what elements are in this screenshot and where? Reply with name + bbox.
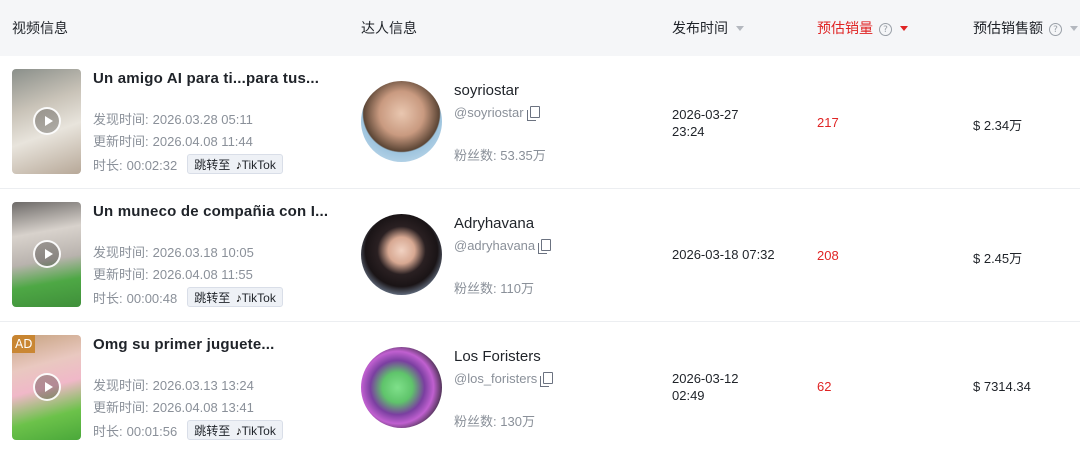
video-title[interactable]: Omg su primer juguete... [93,336,275,353]
video-title[interactable]: Un amigo AI para ti...para tus... [93,70,319,87]
goto-tiktok-button[interactable]: 跳转至 ♪TikTok [187,287,283,307]
creator-name[interactable]: Los Foristers [454,348,541,365]
fans-count: 粉丝数: 53.35万 [454,148,546,163]
est-gmv-value: $ 7314.34 [973,379,1031,394]
est-gmv-value: $ 2.34万 [973,118,1023,133]
discovered-time: 发现时间: 2026.03.28 05:11 [93,112,253,127]
help-icon[interactable]: ? [1049,23,1062,36]
duration: 时长: 00:02:32 跳转至 ♪TikTok [93,154,283,174]
duration: 时长: 00:00:48 跳转至 ♪TikTok [93,287,283,307]
video-thumbnail[interactable] [12,202,81,307]
header-creator-info: 达人信息 [361,21,417,37]
sort-caret-icon[interactable] [1070,26,1078,31]
sort-caret-icon[interactable] [900,26,908,31]
copy-icon[interactable] [540,372,554,387]
publish-time: 2026-03-27 23:24 [672,107,739,139]
table-row: Un muneco de compañia con I... 发现时间: 2026… [0,189,1080,322]
discovered-time: 发现时间: 2026.03.13 13:24 [93,378,254,393]
ad-badge: AD [12,335,36,353]
fans-count: 粉丝数: 110万 [454,281,534,296]
video-table: 视频信息 达人信息 发布时间 预估销量? 预估销售额? Un amigo AI … [0,0,1080,452]
header-publish-time[interactable]: 发布时间 [672,0,744,56]
duration: 时长: 00:01:56 跳转至 ♪TikTok [93,420,283,440]
header-video-info: 视频信息 [12,21,68,37]
est-sales-value: 208 [817,248,839,263]
play-icon[interactable] [33,373,61,401]
header-est-gmv[interactable]: 预估销售额? [973,0,1078,56]
creator-handle: @adryhavana [454,238,552,254]
goto-tiktok-button[interactable]: 跳转至 ♪TikTok [187,420,283,440]
table-row: AD Omg su primer juguete... 发现时间: 2026.03… [0,322,1080,452]
help-icon[interactable]: ? [879,23,892,36]
discovered-time: 发现时间: 2026.03.18 10:05 [93,245,254,260]
video-thumbnail[interactable] [12,69,81,174]
creator-name[interactable]: soyriostar [454,82,519,99]
sort-caret-icon[interactable] [736,26,744,31]
avatar[interactable] [361,214,442,295]
creator-handle: @soyriostar [454,105,540,121]
updated-time: 更新时间: 2026.04.08 13:41 [93,400,254,415]
avatar[interactable] [361,81,442,162]
play-icon[interactable] [33,107,61,135]
table-header: 视频信息 达人信息 发布时间 预估销量? 预估销售额? [0,0,1080,56]
video-thumbnail[interactable]: AD [12,335,81,440]
creator-handle: @los_foristers [454,371,554,387]
table-row: Un amigo AI para ti...para tus... 发现时间: 2… [0,56,1080,189]
creator-name[interactable]: Adryhavana [454,215,534,232]
copy-icon[interactable] [526,106,540,121]
est-sales-value: 217 [817,115,839,130]
avatar[interactable] [361,347,442,428]
updated-time: 更新时间: 2026.04.08 11:44 [93,134,253,149]
header-est-sales[interactable]: 预估销量? [817,0,908,56]
fans-count: 粉丝数: 130万 [454,414,535,429]
play-icon[interactable] [33,240,61,268]
video-title[interactable]: Un muneco de compañia con I... [93,203,328,220]
publish-time: 2026-03-12 02:49 [672,371,739,403]
est-gmv-value: $ 2.45万 [973,251,1023,266]
publish-time: 2026-03-18 07:32 [672,247,775,262]
copy-icon[interactable] [538,239,552,254]
updated-time: 更新时间: 2026.04.08 11:55 [93,267,253,282]
est-sales-value: 62 [817,379,832,394]
goto-tiktok-button[interactable]: 跳转至 ♪TikTok [187,154,283,174]
